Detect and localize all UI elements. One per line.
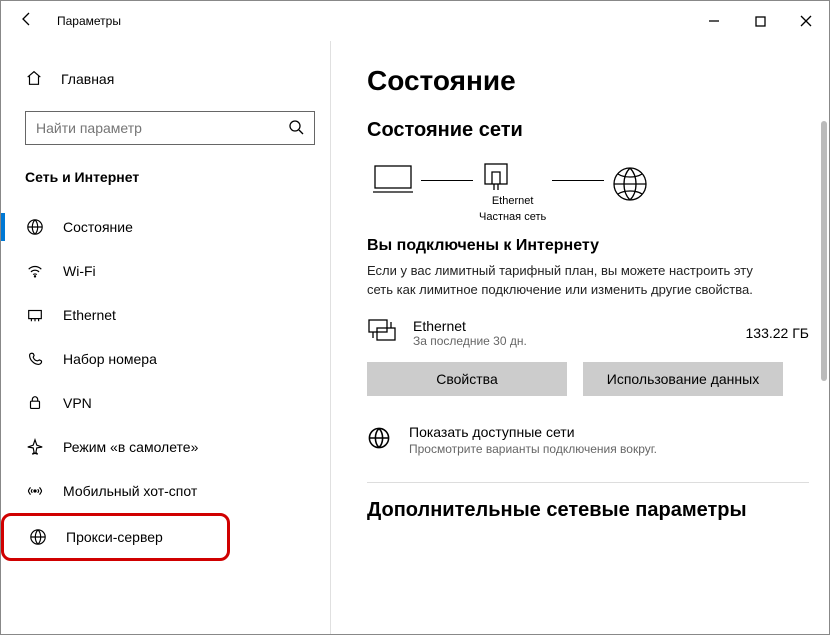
home-link[interactable]: Главная (25, 59, 330, 99)
sidebar-item-airplane[interactable]: Режим «в самолете» (1, 425, 330, 469)
ethernet-icon (25, 306, 45, 324)
diagram-name: Ethernet (479, 194, 546, 208)
dialup-icon (25, 350, 45, 368)
wifi-icon (25, 262, 45, 280)
usage-amount: 133.22 ГБ (746, 325, 809, 341)
sidebar-item-label: Режим «в самолете» (45, 439, 198, 455)
data-usage-label: Использование данных (607, 371, 759, 387)
sidebar-item-label: Прокси-сервер (48, 529, 163, 545)
airplane-icon (25, 438, 45, 456)
sidebar-item-status[interactable]: Состояние (1, 205, 330, 249)
globe-icon (28, 528, 48, 546)
globe-icon (367, 424, 395, 456)
available-title: Показать доступные сети (409, 424, 657, 440)
divider (367, 482, 809, 483)
sidebar-item-label: VPN (45, 395, 92, 411)
available-networks-link[interactable]: Показать доступные сети Просмотрите вари… (367, 424, 809, 456)
back-button[interactable] (9, 11, 45, 32)
diagram-line (421, 180, 473, 181)
properties-button[interactable]: Свойства (367, 362, 567, 396)
diagram-line (552, 180, 604, 181)
sidebar: Главная Сеть и Интернет Состояние (1, 41, 331, 634)
hotspot-icon (25, 482, 45, 500)
minimize-button[interactable] (691, 5, 737, 37)
properties-label: Свойства (436, 371, 497, 387)
close-button[interactable] (783, 5, 829, 37)
sidebar-item-ethernet[interactable]: Ethernet (1, 293, 330, 337)
sidebar-item-hotspot[interactable]: Мобильный хот-спот (1, 469, 330, 513)
sidebar-item-label: Набор номера (45, 351, 157, 367)
section-title: Состояние сети (367, 119, 809, 142)
home-icon (25, 69, 47, 90)
sidebar-item-proxy[interactable]: Прокси-сервер (1, 513, 230, 561)
usage-name: Ethernet (413, 318, 527, 334)
computer-icon (371, 162, 415, 198)
connected-desc: Если у вас лимитный тарифный план, вы мо… (367, 261, 777, 300)
sidebar-item-dialup[interactable]: Набор номера (1, 337, 330, 381)
search-input-container[interactable] (25, 111, 315, 145)
advanced-title: Дополнительные сетевые параметры (367, 499, 809, 522)
available-desc: Просмотрите варианты подключения вокруг. (409, 442, 657, 456)
sidebar-item-vpn[interactable]: VPN (1, 381, 330, 425)
globe-icon (25, 218, 45, 236)
diagram-type: Частная сеть (479, 210, 546, 224)
network-diagram: Ethernet Частная сеть (371, 160, 809, 225)
sidebar-item-label: Wi-Fi (45, 263, 96, 279)
search-icon (278, 119, 314, 138)
ethernet-usage-icon (367, 318, 403, 347)
usage-period: За последние 30 дн. (413, 334, 527, 348)
sidebar-item-label: Состояние (45, 219, 133, 235)
home-label: Главная (47, 71, 114, 87)
window-title: Параметры (45, 14, 121, 28)
router-icon (479, 160, 546, 192)
page-title: Состояние (367, 65, 809, 97)
search-input[interactable] (26, 120, 278, 136)
sidebar-item-wifi[interactable]: Wi-Fi (1, 249, 330, 293)
data-usage-button[interactable]: Использование данных (583, 362, 783, 396)
sidebar-item-label: Мобильный хот-спот (45, 483, 197, 499)
connected-title: Вы подключены к Интернету (367, 237, 809, 255)
internet-icon (610, 164, 650, 204)
vpn-icon (25, 394, 45, 412)
section-header: Сеть и Интернет (25, 169, 330, 185)
sidebar-item-label: Ethernet (45, 307, 116, 323)
usage-row: Ethernet За последние 30 дн. 133.22 ГБ (367, 318, 809, 348)
scrollbar[interactable] (821, 121, 827, 381)
maximize-button[interactable] (737, 5, 783, 37)
main-content: Состояние Состояние сети Ethernet Частна… (331, 41, 829, 634)
